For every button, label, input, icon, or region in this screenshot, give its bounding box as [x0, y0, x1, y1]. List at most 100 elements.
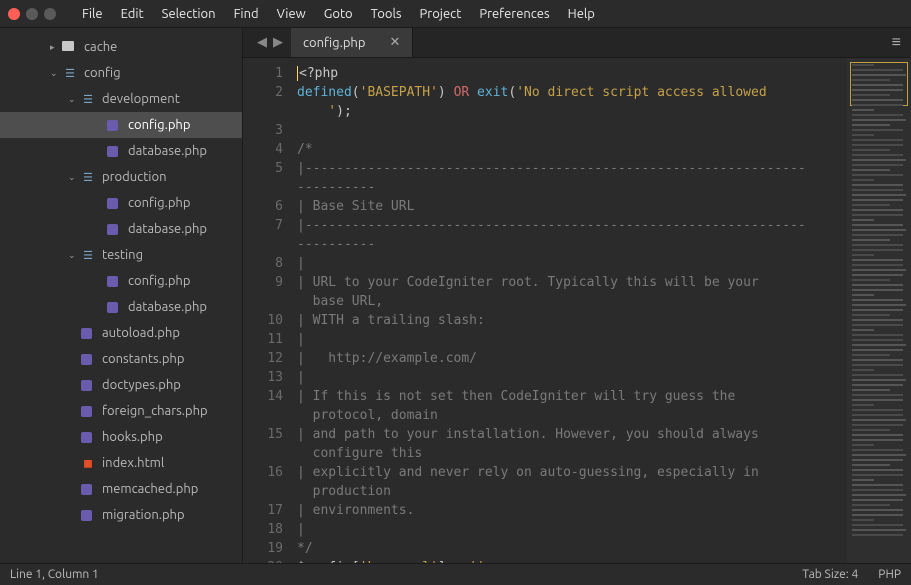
sidebar[interactable]: ▸cache⌄☰config⌄☰developmentconfig.phpdat…: [0, 28, 243, 563]
tab-nav-back-icon[interactable]: ◀: [257, 35, 267, 50]
menu-find[interactable]: Find: [226, 3, 267, 25]
gutter: 12 345 67 89 1011121314 15 16 17181920: [243, 58, 293, 563]
tree-item-config-php[interactable]: config.php: [0, 268, 242, 294]
minimap-lines: [852, 64, 906, 539]
tree-item-foreign-chars-php[interactable]: foreign_chars.php: [0, 398, 242, 424]
editor-area: ◀ ▶ config.php ✕ ≡ 12 345 67 89 10111213…: [243, 28, 911, 563]
php-file-icon: [80, 379, 96, 392]
php-file-icon: [80, 483, 96, 496]
tree-item-doctypes-php[interactable]: doctypes.php: [0, 372, 242, 398]
chevron-down-icon: ⌄: [68, 172, 78, 183]
tree-item-label: hooks.php: [102, 430, 163, 444]
tree-item-label: autoload.php: [102, 326, 180, 340]
menu-selection[interactable]: Selection: [154, 3, 224, 25]
tree-item-database-php[interactable]: database.php: [0, 294, 242, 320]
tree-item-development[interactable]: ⌄☰ development: [0, 86, 242, 112]
tree-item-label: foreign_chars.php: [102, 404, 208, 418]
menu-edit[interactable]: Edit: [113, 3, 152, 25]
tree-item-migration-php[interactable]: migration.php: [0, 502, 242, 528]
menu-help[interactable]: Help: [560, 3, 603, 25]
tab-label: config.php: [303, 36, 365, 50]
tree-item-database-php[interactable]: database.php: [0, 138, 242, 164]
minimap[interactable]: [847, 58, 911, 563]
tab-nav-forward-icon[interactable]: ▶: [273, 35, 283, 50]
tree-item-label: production: [102, 170, 167, 184]
tab-spacer: [413, 28, 881, 57]
chevron-down-icon: ⌄: [50, 68, 60, 79]
tree-item-label: cache: [84, 40, 117, 54]
menu-file[interactable]: File: [74, 3, 111, 25]
tree-item-label: memcached.php: [102, 482, 198, 496]
tree-item-label: config: [84, 66, 121, 80]
php-file-icon: [80, 353, 96, 366]
php-file-icon: [106, 223, 122, 236]
menu-preferences[interactable]: Preferences: [471, 3, 557, 25]
workspace: ▸cache⌄☰config⌄☰developmentconfig.phpdat…: [0, 28, 911, 563]
chevron-down-icon: ⌄: [68, 250, 78, 261]
tab-history-nav: ◀ ▶: [249, 28, 291, 57]
tree-item-autoload-php[interactable]: autoload.php: [0, 320, 242, 346]
tree-item-label: migration.php: [102, 508, 185, 522]
tree-item-database-php[interactable]: database.php: [0, 216, 242, 242]
tree-item-config-php[interactable]: config.php: [0, 112, 242, 138]
file-tree: ▸cache⌄☰config⌄☰developmentconfig.phpdat…: [0, 28, 242, 528]
tree-item-label: database.php: [128, 144, 207, 158]
close-window-icon[interactable]: [8, 8, 20, 20]
folder-icon: ☰: [80, 171, 96, 184]
menu-goto[interactable]: Goto: [316, 3, 361, 25]
php-file-icon: [106, 197, 122, 210]
tree-item-config-php[interactable]: config.php: [0, 190, 242, 216]
php-file-icon: [106, 275, 122, 288]
tree-item-label: development: [102, 92, 180, 106]
html-file-icon: ◼: [80, 456, 96, 470]
tab-bar: ◀ ▶ config.php ✕ ≡: [243, 28, 911, 58]
tree-item-cache[interactable]: ▸ cache: [0, 34, 242, 60]
minimize-window-icon[interactable]: [26, 8, 38, 20]
tree-item-label: config.php: [128, 118, 190, 132]
menu-items: FileEditSelectionFindViewGotoToolsProjec…: [74, 3, 603, 25]
menu-view[interactable]: View: [269, 3, 314, 25]
status-bar: Line 1, Column 1 Tab Size: 4 PHP: [0, 563, 911, 585]
php-file-icon: [80, 431, 96, 444]
tree-item-label: doctypes.php: [102, 378, 181, 392]
php-file-icon: [80, 405, 96, 418]
code-content[interactable]: <?phpdefined('BASEPATH') OR exit('No dir…: [293, 58, 847, 563]
status-cursor-pos[interactable]: Line 1, Column 1: [10, 568, 802, 581]
php-file-icon: [106, 145, 122, 158]
php-file-icon: [106, 301, 122, 314]
code-editor[interactable]: 12 345 67 89 1011121314 15 16 17181920 <…: [243, 58, 911, 563]
tree-item-index-html[interactable]: ◼ index.html: [0, 450, 242, 476]
status-language[interactable]: PHP: [878, 568, 901, 581]
tree-item-constants-php[interactable]: constants.php: [0, 346, 242, 372]
tree-item-label: index.html: [102, 456, 164, 470]
zoom-window-icon[interactable]: [44, 8, 56, 20]
tree-item-label: constants.php: [102, 352, 184, 366]
menu-project[interactable]: Project: [412, 3, 470, 25]
chevron-down-icon: ⌄: [68, 94, 78, 105]
status-tab-size[interactable]: Tab Size: 4: [802, 568, 858, 581]
window-controls: [8, 8, 56, 20]
php-file-icon: [106, 119, 122, 132]
menu-tools[interactable]: Tools: [363, 3, 410, 25]
tree-item-hooks-php[interactable]: hooks.php: [0, 424, 242, 450]
tree-item-memcached-php[interactable]: memcached.php: [0, 476, 242, 502]
tree-item-label: database.php: [128, 300, 207, 314]
folder-icon: ☰: [80, 249, 96, 262]
tree-item-testing[interactable]: ⌄☰ testing: [0, 242, 242, 268]
menubar: FileEditSelectionFindViewGotoToolsProjec…: [0, 0, 911, 28]
tree-item-label: config.php: [128, 274, 190, 288]
tree-item-label: testing: [102, 248, 143, 262]
php-file-icon: [80, 509, 96, 522]
folder-icon: [62, 41, 78, 54]
close-tab-icon[interactable]: ✕: [389, 35, 400, 50]
tab-config-php[interactable]: config.php ✕: [291, 28, 413, 57]
folder-icon: ☰: [80, 93, 96, 106]
chevron-right-icon: ▸: [50, 42, 60, 53]
tree-item-label: database.php: [128, 222, 207, 236]
tree-item-config[interactable]: ⌄☰ config: [0, 60, 242, 86]
folder-icon: ☰: [62, 67, 78, 80]
tree-item-label: config.php: [128, 196, 190, 210]
php-file-icon: [80, 327, 96, 340]
menu-icon[interactable]: ≡: [882, 28, 911, 57]
tree-item-production[interactable]: ⌄☰ production: [0, 164, 242, 190]
